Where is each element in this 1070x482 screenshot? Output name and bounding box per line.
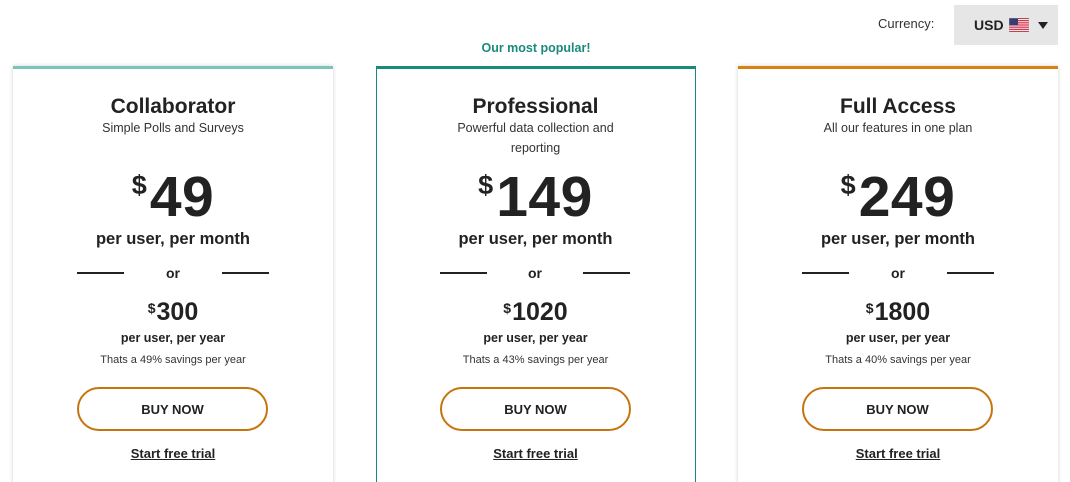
chevron-down-icon xyxy=(1037,21,1048,29)
monthly-period: per user, per month xyxy=(95,230,251,248)
divider-line xyxy=(77,272,124,274)
plan-card-full-access: Full Access All our features in one plan… xyxy=(738,66,1058,482)
yearly-period: per user, per year xyxy=(120,331,226,345)
yearly-price: $ 1020 xyxy=(376,298,695,326)
or-text: or xyxy=(166,265,180,281)
price-amount: 249 xyxy=(858,165,956,229)
currency-symbol: $ xyxy=(131,170,147,200)
price-amount: 149 xyxy=(496,165,593,229)
divider-line xyxy=(802,272,849,274)
currency-select[interactable]: USD xyxy=(954,5,1058,45)
pricing-page: Currency: USD Our most popular! Collabor… xyxy=(0,0,1070,482)
plan-subtitle: All our features in one plan xyxy=(823,121,973,135)
start-free-trial-link[interactable]: Start free trial xyxy=(13,446,333,461)
plan-name: Collaborator xyxy=(110,95,236,118)
monthly-price: $ 49 xyxy=(13,166,333,228)
plan-card-collaborator: Collaborator Simple Polls and Surveys $ … xyxy=(13,66,333,482)
or-text: or xyxy=(891,265,905,281)
start-free-trial-link[interactable]: Start free trial xyxy=(738,446,1058,461)
yearly-price: $ 1800 xyxy=(738,298,1058,326)
currency-symbol: $ xyxy=(865,300,874,316)
savings-text: Thats a 49% savings per year xyxy=(100,354,246,366)
divider-line xyxy=(583,272,630,274)
buy-now-button[interactable]: BUY NOW xyxy=(802,387,993,431)
currency-symbol: $ xyxy=(478,170,494,200)
or-divider: or xyxy=(77,265,269,281)
yearly-amount: 1800 xyxy=(874,298,931,326)
divider-line xyxy=(222,272,269,274)
currency-code: USD xyxy=(974,17,1004,33)
plan-card-professional: Professional Powerful data collection an… xyxy=(376,66,696,482)
currency-symbol: $ xyxy=(147,300,156,316)
plan-name: Full Access xyxy=(840,95,956,118)
currency-symbol: $ xyxy=(840,170,856,200)
currency-symbol: $ xyxy=(503,300,512,316)
savings-text: Thats a 43% savings per year xyxy=(462,354,609,366)
buy-now-button[interactable]: BUY NOW xyxy=(77,387,268,431)
us-flag-icon xyxy=(1008,18,1029,32)
currency-label: Currency: xyxy=(878,16,935,31)
start-free-trial-link[interactable]: Start free trial xyxy=(376,446,695,461)
or-divider: or xyxy=(440,265,630,281)
yearly-period: per user, per year xyxy=(845,331,951,345)
savings-text: Thats a 40% savings per year xyxy=(825,354,971,366)
price-amount: 49 xyxy=(149,165,215,229)
or-divider: or xyxy=(802,265,994,281)
monthly-price: $ 249 xyxy=(738,166,1058,228)
plan-name: Professional xyxy=(472,95,599,118)
divider-line xyxy=(440,272,487,274)
monthly-period: per user, per month xyxy=(820,230,976,248)
divider-line xyxy=(947,272,994,274)
plan-subtitle: Powerful data collection and reporting xyxy=(457,121,614,155)
monthly-price: $ 149 xyxy=(376,166,695,228)
most-popular-badge: Our most popular! xyxy=(481,41,591,55)
yearly-period: per user, per year xyxy=(483,331,588,345)
yearly-amount: 1020 xyxy=(512,298,568,326)
monthly-period: per user, per month xyxy=(458,230,613,248)
buy-now-button[interactable]: BUY NOW xyxy=(440,387,631,431)
plan-subtitle: Simple Polls and Surveys xyxy=(102,121,244,135)
yearly-price: $ 300 xyxy=(13,298,333,326)
yearly-amount: 300 xyxy=(156,298,199,326)
or-text: or xyxy=(528,265,542,281)
